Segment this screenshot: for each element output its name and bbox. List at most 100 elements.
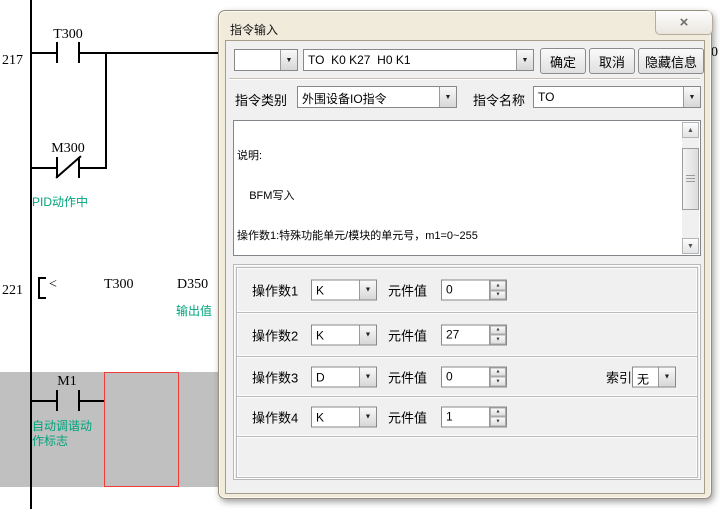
operand2-type-combobox[interactable]: K ▼ (311, 324, 377, 345)
rung-number: 217 (2, 53, 23, 69)
operand3-type-combobox[interactable]: D ▼ (311, 366, 377, 387)
rung-number: 221 (2, 283, 23, 299)
chevron-down-icon[interactable]: ▼ (359, 281, 376, 300)
comment-autotune-line2: 作标志 (32, 434, 68, 449)
chevron-down-icon[interactable]: ▼ (439, 87, 456, 107)
operand1-value: 0 (446, 283, 453, 297)
contact-m300[interactable]: M300 (40, 141, 96, 157)
operand-row-4: 操作数4 K ▼ 元件值 1 ▲ ▼ (236, 396, 698, 437)
operand4-type-value: K (312, 407, 359, 426)
category-combobox[interactable]: 外围设备IO指令 ▼ (297, 86, 457, 108)
operand1-type-value: K (312, 281, 359, 300)
operand1-value-label: 元件值 (388, 281, 427, 300)
cancel-button[interactable]: 取消 (589, 48, 635, 74)
spin-down-icon[interactable]: ▼ (490, 335, 506, 345)
instruction-combobox[interactable]: TO K0 K27 H0 K1 ▼ (303, 49, 534, 71)
rung-wire (31, 52, 57, 54)
operand4-value-input[interactable]: 1 ▲ ▼ (441, 406, 507, 427)
thumb-grip (686, 178, 695, 179)
scroll-down-icon[interactable]: ▼ (682, 238, 699, 254)
compare-bracket-tick (38, 297, 46, 299)
dialog-title: 指令输入 (230, 21, 278, 38)
rung-wire (31, 167, 57, 169)
chevron-down-icon[interactable]: ▼ (359, 367, 376, 386)
contact-bar (56, 390, 58, 411)
spin-down-icon[interactable]: ▼ (490, 377, 506, 387)
compare-bracket (38, 277, 40, 299)
operand-row-empty (236, 436, 698, 478)
contact-t300[interactable]: T300 (42, 27, 94, 43)
rung-wire (31, 400, 57, 402)
spin-up-icon[interactable]: ▲ (490, 325, 506, 335)
index-label: 索引 (606, 367, 632, 386)
chevron-down-icon[interactable]: ▼ (683, 87, 700, 107)
chevron-down-icon[interactable]: ▼ (359, 325, 376, 344)
thumb-grip (686, 181, 695, 182)
spin-up-icon[interactable]: ▲ (490, 367, 506, 377)
spin-down-icon[interactable]: ▼ (490, 290, 506, 300)
description-scrollbar[interactable]: ▲ ▼ (682, 122, 699, 254)
operand4-label: 操作数4 (252, 407, 298, 426)
description-text: 说明: BFM写入 操作数1:特殊功能单元/模块的单元号，m1=0~255 数据… (237, 123, 680, 253)
description-box: 说明: BFM写入 操作数1:特殊功能单元/模块的单元号，m1=0~255 数据… (233, 120, 701, 256)
chevron-down-icon[interactable]: ▼ (359, 407, 376, 426)
compare-arg1[interactable]: T300 (104, 277, 134, 293)
operand3-label: 操作数3 (252, 367, 298, 386)
edge-operand-text: 0 (711, 45, 718, 61)
index-combobox[interactable]: 无 ▼ (632, 366, 676, 387)
contact-bar (78, 157, 80, 178)
scrollbar-thumb[interactable] (682, 148, 699, 210)
operand2-value-label: 元件值 (388, 325, 427, 344)
contact-m1[interactable]: M1 (44, 374, 90, 390)
operand1-label: 操作数1 (252, 281, 298, 300)
chevron-down-icon[interactable]: ▼ (516, 50, 533, 70)
close-button[interactable]: × (655, 11, 713, 35)
edit-cursor-box[interactable] (104, 372, 179, 487)
scroll-up-icon[interactable]: ▲ (682, 122, 699, 138)
spin-up-icon[interactable]: ▲ (490, 281, 506, 291)
operand2-type-value: K (312, 325, 359, 344)
separator (229, 78, 700, 80)
operand2-label: 操作数2 (252, 325, 298, 344)
quick-entry-combobox[interactable]: ▼ (234, 49, 298, 71)
operand4-value-label: 元件值 (388, 407, 427, 426)
category-label: 指令类别 (235, 90, 287, 109)
ok-button[interactable]: 确定 (540, 48, 586, 74)
chevron-down-icon[interactable]: ▼ (280, 50, 297, 70)
rung-wire (79, 167, 106, 169)
operand3-value-input[interactable]: 0 ▲ ▼ (441, 366, 507, 387)
compare-bracket-tick (38, 277, 46, 279)
comment-output: 输出值 (176, 304, 212, 319)
branch-wire (105, 52, 107, 169)
instruction-value: TO K0 K27 H0 K1 (304, 50, 516, 70)
contact-bar (78, 42, 80, 63)
dialog-content: ▼ TO K0 K27 H0 K1 ▼ 确定 取消 隐藏信息 指令类别 外围设备… (225, 40, 705, 494)
operand2-value-input[interactable]: 27 ▲ ▼ (441, 324, 507, 345)
operand1-value-input[interactable]: 0 ▲ ▼ (441, 280, 507, 301)
compare-arg2[interactable]: D350 (177, 277, 208, 293)
operand4-value: 1 (446, 409, 453, 423)
operand-row-2: 操作数2 K ▼ 元件值 27 ▲ ▼ (236, 312, 698, 357)
thumb-grip (686, 175, 695, 176)
spin-down-icon[interactable]: ▼ (490, 417, 506, 427)
name-label: 指令名称 (473, 90, 525, 109)
operand-row-3: 操作数3 D ▼ 元件值 0 ▲ ▼ 索引 无 (236, 356, 698, 397)
operand4-type-combobox[interactable]: K ▼ (311, 406, 377, 427)
instruction-input-dialog: 指令输入 × ▼ TO K0 K27 H0 K1 ▼ 确定 取消 隐藏信息 指令… (218, 10, 712, 499)
compare-operator[interactable]: < (49, 277, 57, 293)
operand3-value-label: 元件值 (388, 367, 427, 386)
spin-up-icon[interactable]: ▲ (490, 407, 506, 417)
hide-info-button[interactable]: 隐藏信息 (638, 48, 704, 74)
rung-wire (79, 400, 105, 402)
comment-autotune-line1: 自动调谐动 (32, 419, 92, 434)
operand-row-1: 操作数1 K ▼ 元件值 0 ▲ ▼ (236, 267, 698, 313)
chevron-down-icon[interactable]: ▼ (658, 367, 675, 386)
quick-entry-value (235, 50, 280, 70)
contact-bar (56, 42, 58, 63)
name-value: TO (534, 87, 683, 107)
operand1-type-combobox[interactable]: K ▼ (311, 280, 377, 301)
operands-group: 操作数1 K ▼ 元件值 0 ▲ ▼ 操作数2 (233, 264, 701, 480)
category-value: 外围设备IO指令 (298, 87, 439, 107)
name-combobox[interactable]: TO ▼ (533, 86, 701, 108)
operand3-value: 0 (446, 369, 453, 383)
